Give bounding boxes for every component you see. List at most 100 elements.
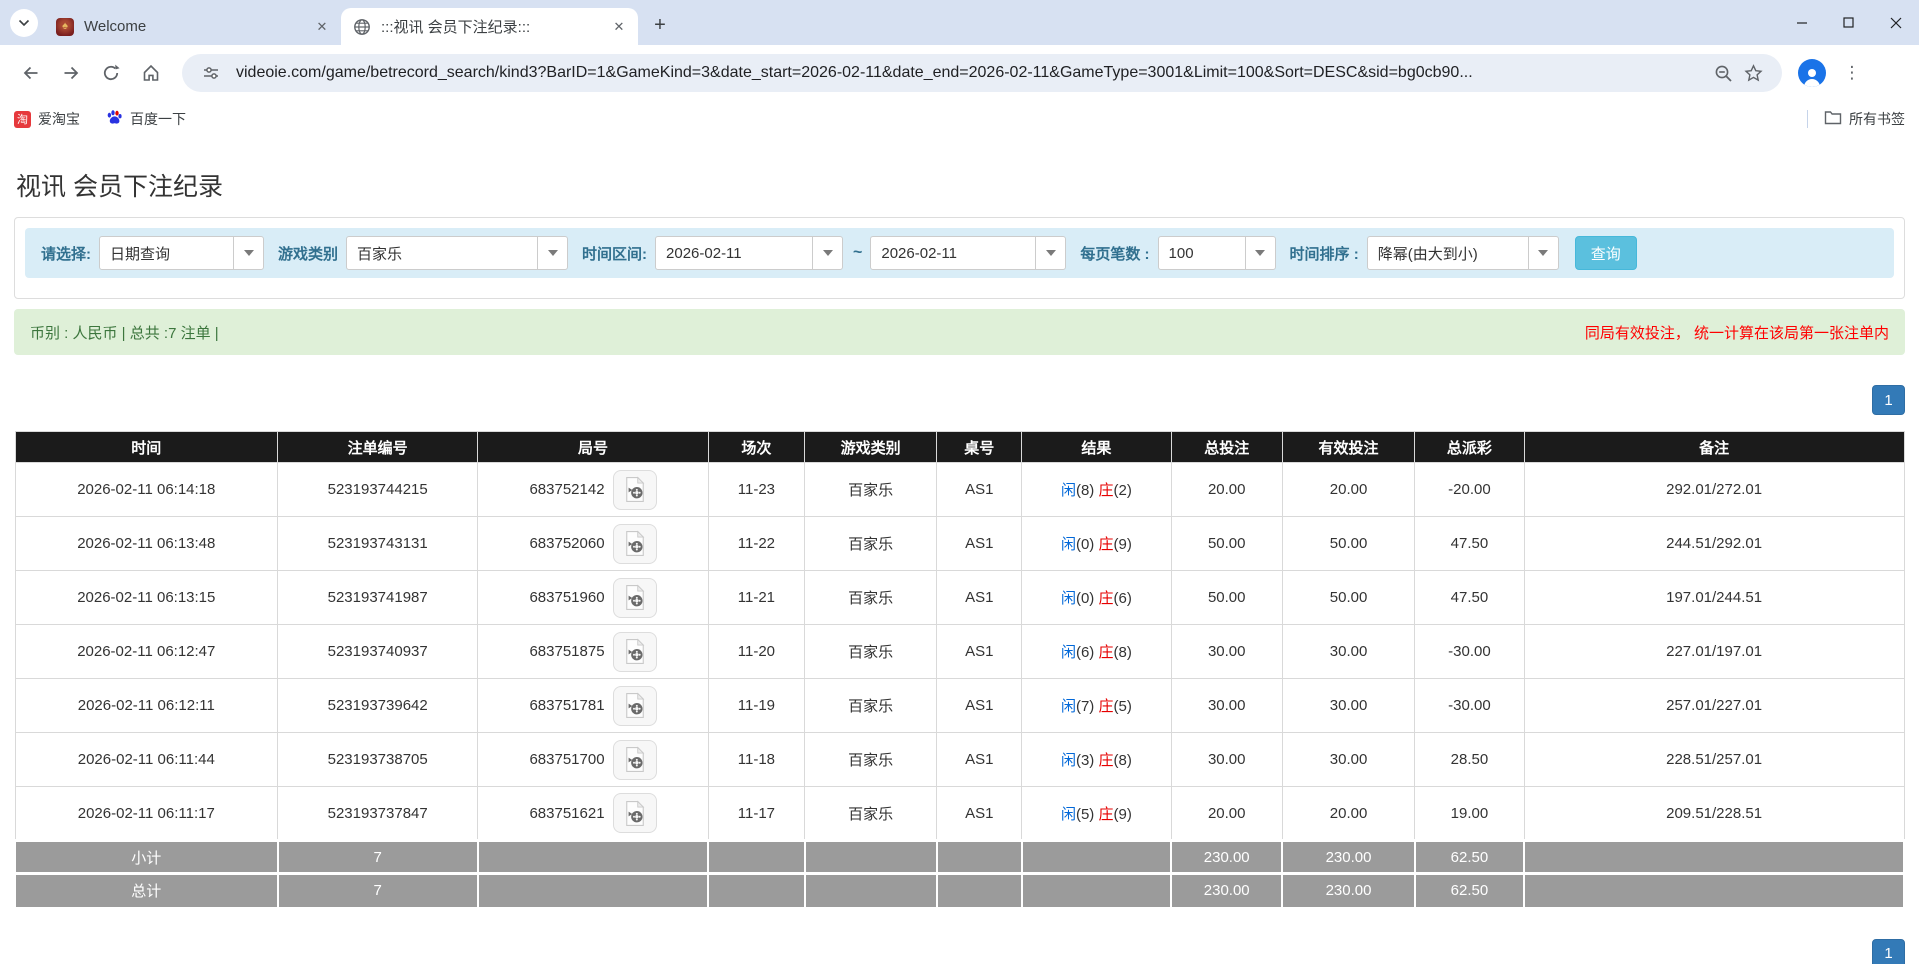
globe-icon: [353, 18, 371, 36]
cell-time: 2026-02-11 06:13:48: [14, 516, 279, 571]
cell-table-no: AS1: [936, 570, 1023, 625]
valid-bet-notice: 同局有效投注， 统一计算在该局第一张注单内: [1584, 324, 1889, 342]
cell-total-bet: 20.00: [1170, 462, 1283, 517]
per-page-select[interactable]: 100: [1157, 236, 1276, 270]
chevron-down-icon[interactable]: [233, 237, 263, 269]
bookmarks-bar: 淘 爱淘宝 百度一下 所有书签: [0, 101, 1919, 137]
cell-session: 11-20: [707, 624, 806, 679]
cell-round: 683751700: [477, 732, 709, 787]
subtotal-row-cell-6: [1020, 839, 1173, 874]
cell-valid-bet: 30.00: [1281, 732, 1416, 787]
column-header: 备注: [1523, 431, 1905, 463]
back-icon: [23, 66, 38, 80]
bet-records-table: 时间 注单编号 局号 场次 游戏类别 桌号 结果 总投注 有效投注 总派彩 备注 2026-02-1…: [14, 431, 1905, 907]
cell-valid-bet: 20.00: [1281, 462, 1416, 517]
cell-bet-id: 523193744215: [277, 462, 479, 517]
player-result: 闲: [1060, 482, 1076, 499]
profile-avatar[interactable]: [1798, 59, 1826, 87]
cell-table-no: AS1: [936, 678, 1023, 733]
chevron-down-icon[interactable]: [537, 237, 567, 269]
table-row: 2026-02-11 06:13:48 523193743131 683752060…: [14, 516, 1905, 571]
round-number: 683751875: [529, 643, 605, 660]
column-header: 注单编号: [277, 431, 479, 463]
all-bookmarks[interactable]: 所有书签: [1807, 109, 1905, 129]
banker-result: 庄: [1098, 536, 1114, 553]
round-number: 683752142: [529, 481, 605, 498]
zoom-out-icon[interactable]: [1708, 58, 1738, 88]
cell-result: 闲(5) 庄(9): [1021, 786, 1172, 841]
chevron-down-icon[interactable]: [1527, 237, 1558, 269]
cell-time: 2026-02-11 06:11:44: [14, 732, 279, 787]
total-row-cell-6: [1020, 872, 1173, 907]
video-replay-button[interactable]: [612, 523, 657, 564]
home-icon: [143, 64, 159, 81]
bookmark-baidu[interactable]: 百度一下: [106, 109, 186, 129]
video-replay-button[interactable]: [612, 469, 657, 510]
close-window-button[interactable]: [1872, 0, 1919, 45]
sort-value: 降幂(由大到小): [1377, 245, 1478, 263]
maximize-button[interactable]: [1825, 0, 1872, 45]
currency-summary: 币别 : 人民币 | 总共 :7 注单 |: [30, 324, 219, 342]
back-button[interactable]: [14, 56, 48, 90]
separator: [1807, 110, 1808, 128]
video-replay-button[interactable]: [612, 739, 657, 780]
new-tab-button[interactable]: +: [646, 11, 674, 39]
menu-kebab-icon[interactable]: ⋮: [1840, 58, 1864, 88]
tab-search-button[interactable]: [10, 9, 38, 37]
bookmark-taobao[interactable]: 淘 爱淘宝: [14, 109, 80, 129]
video-replay-button[interactable]: [612, 631, 657, 672]
reload-icon: [103, 64, 120, 81]
cell-game-kind: 百家乐: [804, 516, 938, 571]
forward-button[interactable]: [54, 56, 88, 90]
query-type-value: 日期查询: [110, 245, 171, 263]
date-end-picker[interactable]: 2026-02-11: [870, 236, 1067, 270]
cell-result: 闲(8) 庄(2): [1021, 462, 1172, 517]
chevron-down-icon[interactable]: [1035, 237, 1065, 269]
round-number: 683751960: [529, 589, 605, 606]
cell-result: 闲(0) 庄(9): [1021, 516, 1172, 571]
address-bar[interactable]: videoie.com/game/betrecord_search/kind3?…: [182, 54, 1782, 92]
cell-payout: 19.00: [1414, 786, 1525, 841]
cell-session: 11-18: [707, 732, 806, 787]
column-header: 场次: [707, 431, 806, 463]
game-kind-select[interactable]: 百家乐: [346, 236, 569, 270]
subtotal-row-cell-1: 7: [276, 839, 479, 874]
per-page-value: 100: [1168, 244, 1194, 262]
tab-betrecord[interactable]: :::视讯 会员下注纪录::: ✕: [341, 8, 638, 45]
page-1-button[interactable]: 1: [1872, 385, 1905, 415]
close-icon[interactable]: ✕: [610, 18, 628, 36]
cell-remark: 257.01/227.01: [1523, 678, 1905, 733]
home-button[interactable]: [134, 56, 168, 90]
date-start-picker[interactable]: 2026-02-11: [655, 236, 844, 270]
casino-favicon: ♠: [56, 17, 74, 36]
video-replay-button[interactable]: [612, 577, 657, 618]
cell-result: 闲(0) 庄(6): [1021, 570, 1172, 625]
close-icon[interactable]: ✕: [313, 18, 331, 36]
person-icon: [1804, 69, 1820, 87]
site-settings-icon[interactable]: [196, 58, 226, 88]
minimize-button[interactable]: [1778, 0, 1825, 45]
bookmark-star-icon[interactable]: [1738, 58, 1768, 88]
reload-button[interactable]: [94, 56, 128, 90]
url-text[interactable]: videoie.com/game/betrecord_search/kind3?…: [236, 64, 1708, 82]
chevron-down-icon[interactable]: [812, 237, 842, 269]
query-type-select[interactable]: 日期查询: [99, 236, 264, 270]
cell-valid-bet: 30.00: [1281, 678, 1416, 733]
tab-title: :::视讯 会员下注纪录:::: [381, 19, 531, 36]
cell-bet-id: 523193740937: [277, 624, 479, 679]
chevron-down-icon[interactable]: [1244, 237, 1275, 269]
cell-time: 2026-02-11 06:13:15: [14, 570, 279, 625]
search-button[interactable]: 查询: [1574, 236, 1637, 270]
cell-remark: 292.01/272.01: [1523, 462, 1905, 517]
video-replay-button[interactable]: [612, 685, 657, 726]
cell-bet-id: 523193743131: [277, 516, 479, 571]
cell-table-no: AS1: [936, 462, 1023, 517]
sort-select[interactable]: 降幂(由大到小): [1366, 236, 1559, 270]
video-replay-button[interactable]: [612, 793, 657, 833]
table-row: 2026-02-11 06:11:44 523193738705 683751700…: [14, 732, 1905, 787]
cell-result: 闲(7) 庄(5): [1021, 678, 1172, 733]
tab-welcome[interactable]: ♠ Welcome ✕: [44, 8, 341, 45]
page-1-button[interactable]: 1: [1872, 938, 1905, 964]
cell-total-bet: 20.00: [1170, 786, 1283, 841]
date-tilde: ~: [853, 244, 863, 261]
